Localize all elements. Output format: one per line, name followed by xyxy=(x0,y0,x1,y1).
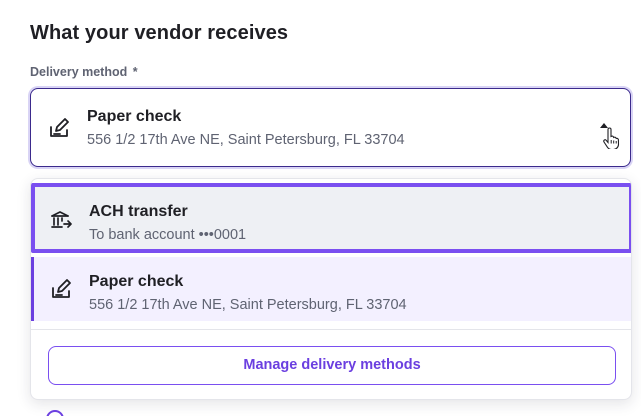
delivery-method-dropdown: ACH transfer To bank account •••0001 Pap… xyxy=(30,178,632,400)
delivery-method-label-text: Delivery method xyxy=(30,65,128,79)
option-paper-check[interactable]: Paper check 556 1/2 17th Ave NE, Saint P… xyxy=(31,257,631,321)
page: What your vendor receives Delivery metho… xyxy=(0,0,641,416)
delivery-method-label: Delivery method * xyxy=(30,65,138,79)
option-ach-subtitle: To bank account •••0001 xyxy=(89,227,247,243)
manage-delivery-methods-button[interactable]: Manage delivery methods xyxy=(48,346,616,385)
radio-button[interactable] xyxy=(46,410,64,416)
hand-pointer-icon xyxy=(603,127,620,149)
section-title: What your vendor receives xyxy=(30,22,289,44)
delivery-method-select[interactable]: Paper check 556 1/2 17th Ave NE, Saint P… xyxy=(30,88,631,167)
check-writing-icon xyxy=(50,118,69,137)
required-mark: * xyxy=(132,65,138,79)
option-ach-transfer[interactable]: ACH transfer To bank account •••0001 xyxy=(31,183,631,253)
option-check-title: Paper check xyxy=(89,273,184,290)
selected-method-title: Paper check xyxy=(87,108,182,125)
option-ach-title: ACH transfer xyxy=(89,203,188,220)
check-writing-icon xyxy=(52,279,71,298)
dropdown-divider xyxy=(31,329,631,330)
bank-transfer-icon xyxy=(51,211,72,228)
option-check-subtitle: 556 1/2 17th Ave NE, Saint Petersburg, F… xyxy=(89,297,407,313)
selected-method-address: 556 1/2 17th Ave NE, Saint Petersburg, F… xyxy=(87,132,405,148)
